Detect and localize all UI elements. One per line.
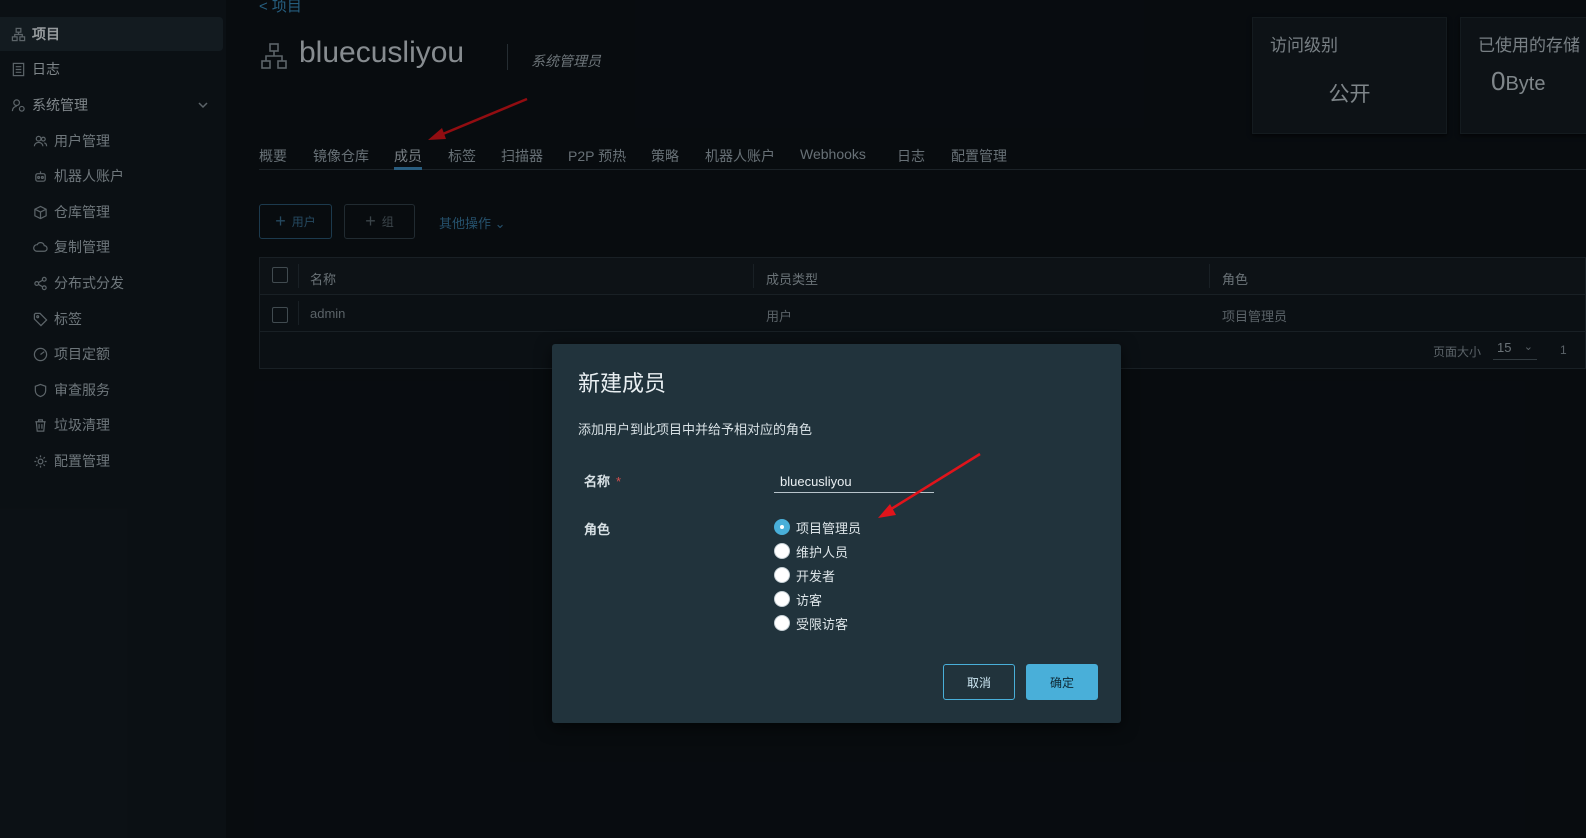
required-marker: *: [616, 474, 622, 489]
role-field-label: 角色: [584, 522, 611, 537]
name-field-label: 名称 *: [584, 471, 621, 490]
dialog-description: 添加用户到此项目中并给予相对应的角色: [578, 422, 813, 437]
role-radio[interactable]: [774, 567, 790, 583]
role-option-project-admin[interactable]: 项目管理员: [774, 517, 861, 537]
cancel-button[interactable]: 取消: [943, 664, 1015, 700]
new-member-dialog: 新建成员 添加用户到此项目中并给予相对应的角色 名称 * 角色 项目管理员 维护人…: [552, 344, 1121, 723]
role-option-label: 维护人员: [796, 544, 849, 560]
name-label-text: 名称: [584, 474, 611, 489]
member-name-input[interactable]: [774, 471, 934, 493]
role-radio[interactable]: [774, 519, 790, 535]
role-option-label: 受限访客: [796, 616, 849, 632]
role-radio[interactable]: [774, 615, 790, 631]
confirm-button[interactable]: 确定: [1026, 664, 1098, 700]
role-option-developer[interactable]: 开发者: [774, 565, 835, 585]
role-option-guest[interactable]: 访客: [774, 589, 822, 609]
role-radio[interactable]: [774, 591, 790, 607]
dialog-title: 新建成员: [578, 371, 667, 396]
role-option-limited-guest[interactable]: 受限访客: [774, 613, 848, 633]
role-option-label: 开发者: [796, 568, 836, 584]
role-radio[interactable]: [774, 543, 790, 559]
role-option-label: 访客: [796, 592, 823, 608]
role-option-label: 项目管理员: [796, 520, 862, 536]
role-option-maintainer[interactable]: 维护人员: [774, 541, 848, 561]
